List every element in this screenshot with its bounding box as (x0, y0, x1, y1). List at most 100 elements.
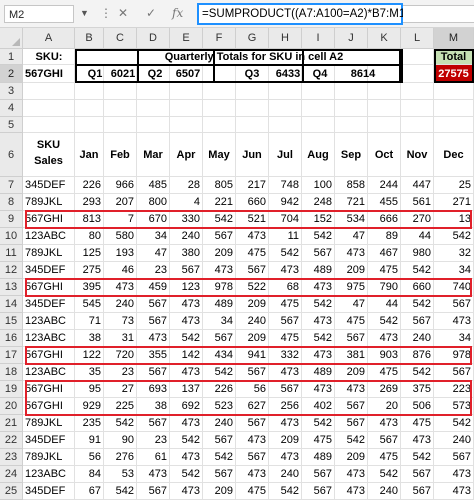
grid-cell[interactable] (170, 83, 203, 100)
grid-cell[interactable] (335, 83, 368, 100)
value-cell[interactable]: 240 (269, 466, 302, 483)
value-cell[interactable]: 80 (75, 228, 104, 245)
value-cell[interactable]: 473 (137, 466, 170, 483)
value-cell[interactable]: 567 (302, 466, 335, 483)
value-cell[interactable]: 805 (203, 177, 236, 194)
value-cell[interactable]: 34 (434, 330, 474, 347)
row-header-11[interactable]: 11 (0, 245, 23, 262)
grid-cell[interactable] (401, 83, 434, 100)
value-cell[interactable]: 473 (170, 364, 203, 381)
value-cell[interactable]: 542 (434, 415, 474, 432)
row-header-10[interactable]: 10 (0, 228, 23, 245)
value-cell[interactable]: 330 (170, 211, 203, 228)
value-cell[interactable]: 473 (335, 381, 368, 398)
value-cell[interactable]: 567 (137, 296, 170, 313)
grid-cell[interactable] (236, 100, 269, 117)
value-cell[interactable]: 475 (368, 449, 401, 466)
value-cell[interactable]: 28 (170, 177, 203, 194)
value-cell[interactable]: 567 (269, 381, 302, 398)
value-cell[interactable]: 542 (170, 330, 203, 347)
row-header-19[interactable]: 19 (0, 381, 23, 398)
sku-cell[interactable]: 123ABC (23, 330, 75, 347)
value-cell[interactable]: 209 (236, 296, 269, 313)
row-header-17[interactable]: 17 (0, 347, 23, 364)
value-cell[interactable]: 567 (269, 313, 302, 330)
value-cell[interactable]: 225 (104, 398, 137, 415)
value-cell[interactable]: 666 (368, 211, 401, 228)
value-cell[interactable]: 473 (170, 296, 203, 313)
value-cell[interactable]: 276 (104, 449, 137, 466)
value-cell[interactable]: 567 (302, 483, 335, 500)
value-cell[interactable]: 542 (302, 296, 335, 313)
value-cell[interactable]: 740 (434, 279, 474, 296)
column-header-h[interactable]: H (269, 28, 302, 49)
grid-cell[interactable] (401, 65, 434, 83)
value-cell[interactable]: 209 (335, 262, 368, 279)
value-cell[interactable]: 122 (75, 347, 104, 364)
value-cell[interactable]: 84 (75, 466, 104, 483)
sku-cell[interactable]: 345DEF (23, 262, 75, 279)
value-cell[interactable]: 561 (401, 194, 434, 211)
value-cell[interactable]: 73 (104, 313, 137, 330)
value-cell[interactable]: 90 (104, 432, 137, 449)
value-cell[interactable]: 980 (401, 245, 434, 262)
grid-cell[interactable] (236, 83, 269, 100)
value-cell[interactable]: 475 (236, 245, 269, 262)
value-cell[interactable]: 473 (104, 279, 137, 296)
insert-function-icon[interactable]: fx (172, 6, 183, 20)
column-header-a[interactable]: A (23, 28, 75, 49)
row-header-6[interactable]: 6 (0, 133, 23, 177)
value-cell[interactable]: 473 (401, 432, 434, 449)
value-cell[interactable]: 44 (368, 296, 401, 313)
value-cell[interactable]: 71 (75, 313, 104, 330)
value-cell[interactable]: 506 (401, 398, 434, 415)
value-cell[interactable]: 375 (401, 381, 434, 398)
value-cell[interactable]: 567 (401, 313, 434, 330)
select-all-corner[interactable] (0, 28, 23, 49)
value-cell[interactable]: 475 (236, 483, 269, 500)
value-cell[interactable]: 567 (368, 432, 401, 449)
value-cell[interactable]: 941 (236, 347, 269, 364)
value-cell[interactable]: 473 (269, 415, 302, 432)
value-cell[interactable]: 473 (236, 466, 269, 483)
sku-cell[interactable]: 345DEF (23, 483, 75, 500)
value-cell[interactable]: 473 (137, 330, 170, 347)
value-cell[interactable]: 123 (170, 279, 203, 296)
value-cell[interactable]: 68 (269, 279, 302, 296)
value-cell[interactable]: 473 (170, 313, 203, 330)
value-cell[interactable]: 226 (203, 381, 236, 398)
value-cell[interactable]: 567 (170, 262, 203, 279)
row-header-14[interactable]: 14 (0, 296, 23, 313)
value-cell[interactable]: 473 (434, 313, 474, 330)
column-header-i[interactable]: I (302, 28, 335, 49)
value-cell[interactable]: 800 (137, 194, 170, 211)
grid-cell[interactable] (104, 117, 137, 133)
value-cell[interactable]: 7 (104, 211, 137, 228)
value-cell[interactable]: 567 (236, 364, 269, 381)
grid-cell[interactable] (137, 100, 170, 117)
value-cell[interactable]: 790 (368, 279, 401, 296)
grid-cell[interactable] (75, 83, 104, 100)
value-cell[interactable]: 25 (434, 177, 474, 194)
sku-cell[interactable]: 567GHI (23, 347, 75, 364)
value-cell[interactable]: 475 (368, 364, 401, 381)
value-cell[interactable]: 542 (401, 262, 434, 279)
value-cell[interactable]: 34 (434, 262, 474, 279)
grid-cell[interactable] (75, 100, 104, 117)
value-cell[interactable]: 31 (104, 330, 137, 347)
grid-cell[interactable] (137, 117, 170, 133)
value-cell[interactable]: 53 (104, 466, 137, 483)
value-cell[interactable]: 473 (335, 483, 368, 500)
value-cell[interactable]: 125 (75, 245, 104, 262)
row-header-16[interactable]: 16 (0, 330, 23, 347)
value-cell[interactable]: 567 (401, 466, 434, 483)
value-cell[interactable]: 542 (302, 228, 335, 245)
value-cell[interactable]: 56 (75, 449, 104, 466)
cancel-icon[interactable]: ✕ (118, 6, 128, 20)
value-cell[interactable]: 542 (302, 330, 335, 347)
value-cell[interactable]: 670 (137, 211, 170, 228)
value-cell[interactable]: 473 (368, 415, 401, 432)
row-header-12[interactable]: 12 (0, 262, 23, 279)
value-cell[interactable]: 137 (170, 381, 203, 398)
value-cell[interactable]: 142 (170, 347, 203, 364)
